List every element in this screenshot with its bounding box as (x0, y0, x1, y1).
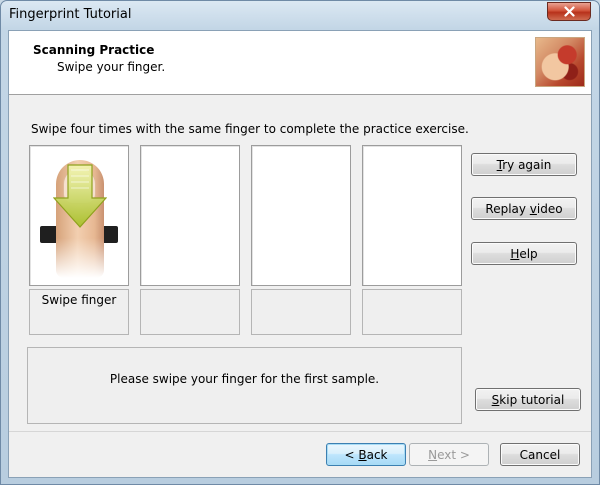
replay-video-button[interactable]: Replay video (471, 197, 577, 220)
footer-separator (9, 431, 591, 432)
fingerprint-reader-icon (535, 37, 585, 87)
instruction-text: Swipe four times with the same finger to… (31, 122, 469, 136)
wizard-window: Fingerprint Tutorial Scanning Practice S… (0, 0, 600, 485)
sample-label-4 (362, 289, 462, 335)
next-label: Next > (428, 447, 470, 462)
window-title: Fingerprint Tutorial (9, 7, 132, 22)
page-title: Scanning Practice (33, 43, 155, 57)
cancel-button[interactable]: Cancel (500, 443, 580, 466)
sample-box-1 (29, 145, 129, 286)
status-message: Please swipe your finger for the first s… (109, 372, 380, 386)
close-icon (563, 6, 575, 17)
help-label: Help (510, 246, 538, 261)
sample-box-2 (140, 145, 240, 286)
swipe-down-arrow-icon (53, 164, 107, 228)
sample-label-1: Swipe finger (29, 289, 129, 335)
status-panel: Please swipe your finger for the first s… (27, 347, 462, 424)
try-again-button[interactable]: Try again (471, 153, 577, 176)
sample-label-3 (251, 289, 351, 335)
wizard-header: Scanning Practice Swipe your finger. (9, 31, 591, 95)
title-bar[interactable]: Fingerprint Tutorial (1, 1, 599, 30)
help-button[interactable]: Help (471, 242, 577, 265)
page-subtitle: Swipe your finger. (57, 60, 166, 74)
skip-tutorial-button[interactable]: Skip tutorial (475, 388, 581, 411)
try-again-label: Try again (496, 157, 552, 172)
close-button[interactable] (547, 2, 591, 21)
sample-box-3 (251, 145, 351, 286)
replay-video-label: Replay video (485, 201, 563, 216)
sample-label-2 (140, 289, 240, 335)
back-label: < Back (344, 447, 388, 462)
skip-tutorial-label: Skip tutorial (491, 392, 565, 407)
back-button[interactable]: < Back (326, 443, 406, 466)
next-button[interactable]: Next > (409, 443, 489, 466)
sample-box-4 (362, 145, 462, 286)
wizard-client-area: Scanning Practice Swipe your finger. Swi… (8, 30, 592, 478)
